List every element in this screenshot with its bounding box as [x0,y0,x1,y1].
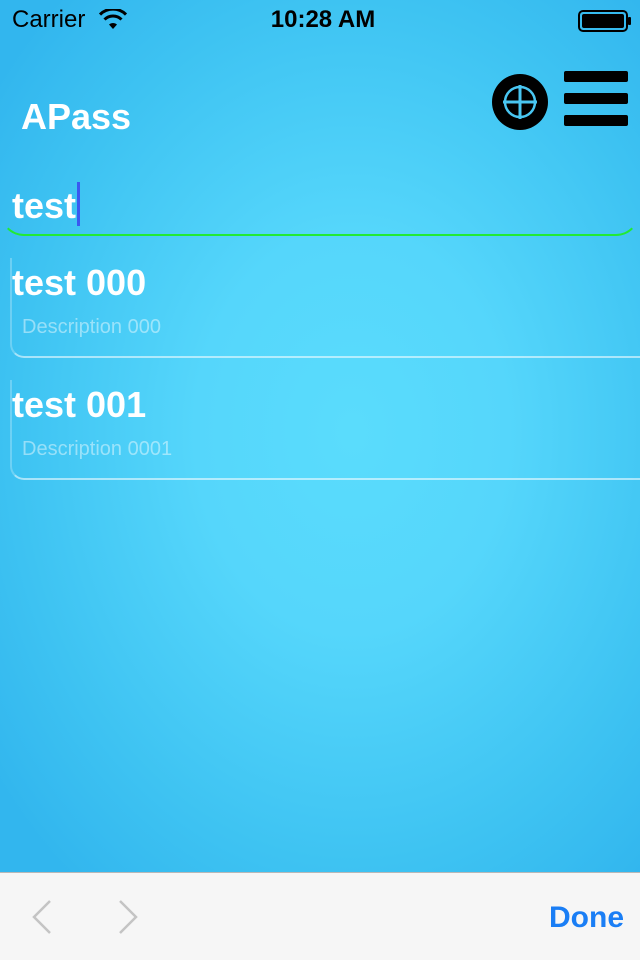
add-button[interactable] [490,72,550,132]
plus-circle-icon [492,74,548,130]
search-input[interactable]: test [0,172,640,236]
keyboard-toolbar: Done [0,872,640,960]
list-item[interactable]: test 001 Description 0001 [10,380,640,480]
previous-field-button[interactable] [26,895,62,939]
clock: 10:28 AM [270,6,376,33]
status-bar: Carrier 10:28 AM [0,0,640,40]
entry-title: test 000 [12,262,147,303]
next-field-button[interactable] [110,895,146,939]
chevron-left-icon [32,900,51,934]
hamburger-menu-icon [564,71,628,126]
menu-button[interactable] [563,70,629,128]
search-input-value: test [12,182,81,227]
chevron-right-icon [119,900,138,934]
text-cursor [77,182,81,226]
list-item[interactable]: test 000 Description 000 [10,258,640,358]
entry-title: test 001 [12,384,147,425]
entry-description: Description 0001 [22,438,173,460]
done-button[interactable]: Done [549,901,624,935]
app-title: APass [21,96,132,137]
battery-icon [578,10,631,32]
entry-description: Description 000 [22,316,161,338]
